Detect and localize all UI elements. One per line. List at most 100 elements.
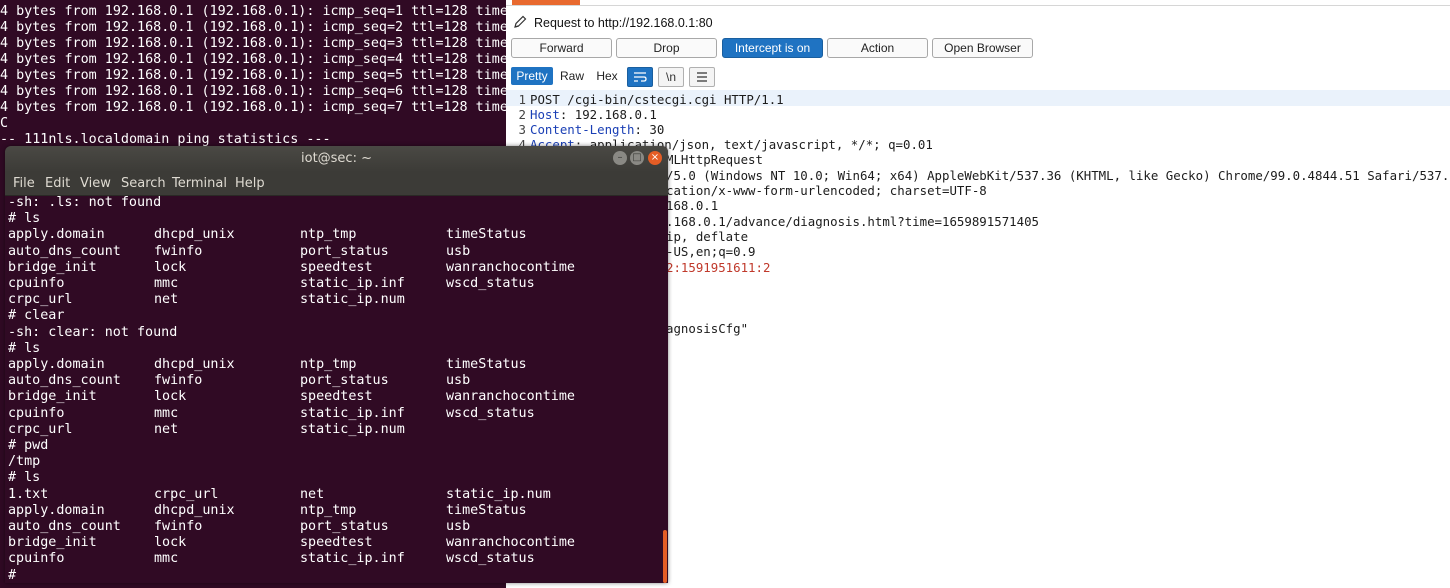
terminal-cell: fwinfo bbox=[154, 373, 203, 389]
terminal-cell: # bbox=[8, 567, 17, 583]
terminal-titlebar[interactable]: iot@sec: ~ – □ × bbox=[5, 146, 668, 172]
background-terminal-line: 4 bytes from 192.168.0.1 (192.168.0.1): … bbox=[0, 52, 506, 67]
open-browser-button[interactable]: Open Browser bbox=[932, 38, 1033, 58]
terminal-cell: bridge_init bbox=[8, 389, 97, 405]
tab-hex[interactable]: Hex bbox=[592, 67, 622, 85]
background-terminal-line: C bbox=[0, 116, 9, 131]
terminal-output[interactable]: -sh: .ls: not found # ls apply.domain dhcpd… bbox=[5, 195, 668, 583]
terminal-cell: lock bbox=[154, 535, 187, 551]
terminal-cell: usb bbox=[446, 519, 471, 534]
terminal-cell: dhcpd_unix bbox=[154, 227, 235, 243]
terminal-cell: timeStatus bbox=[446, 357, 527, 372]
terminal-cell: 1.txt bbox=[8, 486, 49, 502]
terminal-cell: timeStatus bbox=[446, 227, 527, 243]
terminal-cell: port_status bbox=[300, 373, 389, 389]
newline-toggle[interactable]: \n bbox=[658, 67, 684, 87]
header-origin-fragment: 168.0.1 bbox=[666, 198, 719, 213]
header-x-requested-with-fragment: MLHttpRequest bbox=[666, 152, 763, 167]
terminal-cell: # ls bbox=[8, 211, 41, 227]
terminal-cell: -sh: clear: not found bbox=[8, 324, 178, 340]
terminal-cell: crpc_url bbox=[8, 421, 73, 437]
header-cookie-fragment: 2:1591951611:2 bbox=[666, 260, 771, 275]
terminal-cell: apply.domain bbox=[8, 502, 105, 518]
terminal-cell: wanranchocontime bbox=[446, 259, 575, 275]
terminal-cell: # ls bbox=[8, 470, 41, 486]
terminal-cell: dhcpd_unix bbox=[154, 502, 235, 518]
forward-button[interactable]: Forward bbox=[511, 38, 612, 58]
terminal-cell: net bbox=[300, 486, 325, 502]
terminal-cell: static_ip.inf bbox=[300, 276, 405, 291]
terminal-cell: static_ip.num bbox=[300, 421, 405, 437]
header-content-type-fragment: cation/x-www-form-urlencoded; charset=UT… bbox=[666, 183, 987, 198]
wrap-lines-icon bbox=[634, 72, 647, 82]
terminal-cell: port_status bbox=[300, 519, 389, 534]
window-title: iot@sec: ~ bbox=[301, 151, 372, 166]
terminal-cell: static_ip.inf bbox=[300, 551, 405, 567]
terminal-cell: ntp_tmp bbox=[300, 227, 357, 243]
terminal-cell: fwinfo bbox=[154, 243, 203, 259]
terminal-cell: # ls bbox=[8, 340, 41, 356]
terminal-cell: lock bbox=[154, 259, 187, 275]
line-number: 1 bbox=[518, 92, 526, 107]
terminal-cell: static_ip.num bbox=[446, 486, 551, 502]
header-accept-encoding-fragment: ip, deflate bbox=[666, 229, 749, 244]
terminal-cell: speedtest bbox=[300, 259, 373, 275]
terminal-cell: /tmp bbox=[8, 454, 41, 470]
header-host: Host: 192.168.0.1 bbox=[530, 107, 657, 122]
terminal-cell: # clear bbox=[8, 308, 65, 324]
background-terminal-line: 4 bytes from 192.168.0.1 (192.168.0.1): … bbox=[0, 100, 506, 115]
terminal-cell: auto_dns_count bbox=[8, 243, 121, 259]
request-target-label: Request to http://192.168.0.1:80 bbox=[534, 16, 713, 30]
maximize-icon[interactable]: □ bbox=[630, 151, 644, 165]
terminal-cell: wanranchocontime bbox=[446, 535, 575, 551]
hamburger-icon bbox=[697, 72, 707, 82]
background-terminal-line: 4 bytes from 192.168.0.1 (192.168.0.1): … bbox=[0, 20, 506, 35]
terminal-cell: speedtest bbox=[300, 535, 373, 551]
terminal-scrollbar[interactable] bbox=[663, 530, 667, 583]
menu-edit[interactable]: Edit bbox=[45, 176, 70, 191]
terminal-cell: port_status bbox=[300, 243, 389, 259]
terminal-cell: ntp_tmp bbox=[300, 502, 357, 518]
terminal-cell: lock bbox=[154, 389, 187, 405]
terminal-cell: static_ip.inf bbox=[300, 405, 405, 421]
terminal-cell: crpc_url bbox=[154, 486, 219, 502]
menu-help[interactable]: Help bbox=[235, 176, 265, 191]
line-number: 2 bbox=[518, 107, 526, 122]
tab-raw[interactable]: Raw bbox=[556, 67, 588, 85]
terminal-cell: apply.domain bbox=[8, 227, 105, 243]
terminal-cell: auto_dns_count bbox=[8, 519, 121, 534]
request-body-fragment: agnosisCfg" bbox=[666, 321, 749, 336]
menu-search[interactable]: Search bbox=[121, 176, 166, 191]
minimize-icon[interactable]: – bbox=[613, 151, 627, 165]
terminal-cell: bridge_init bbox=[8, 259, 97, 275]
menu-view[interactable]: View bbox=[80, 176, 111, 191]
menu-options-button[interactable] bbox=[689, 67, 715, 87]
terminal-cell: cpuinfo bbox=[8, 276, 65, 291]
drop-button[interactable]: Drop bbox=[616, 38, 717, 58]
terminal-window[interactable]: iot@sec: ~ – □ × File Edit View Search T… bbox=[5, 146, 668, 583]
terminal-cell: bridge_init bbox=[8, 535, 97, 551]
intercept-toggle-button[interactable]: Intercept is on bbox=[722, 38, 823, 58]
terminal-cell: # pwd bbox=[8, 438, 49, 453]
terminal-cell: wscd_status bbox=[446, 276, 535, 291]
menu-file[interactable]: File bbox=[13, 176, 35, 191]
close-icon[interactable]: × bbox=[648, 151, 662, 165]
terminal-cell: usb bbox=[446, 243, 471, 259]
line-number: 3 bbox=[518, 122, 526, 137]
header-user-agent-fragment: /5.0 (Windows NT 10.0; Win64; x64) Apple… bbox=[666, 168, 1450, 183]
terminal-cell: cpuinfo bbox=[8, 551, 65, 567]
menu-terminal[interactable]: Terminal bbox=[172, 176, 227, 191]
header-content-length: Content-Length: 30 bbox=[530, 122, 664, 137]
background-terminal-line: 4 bytes from 192.168.0.1 (192.168.0.1): … bbox=[0, 4, 506, 19]
pretty-print-toggle[interactable] bbox=[627, 67, 653, 87]
terminal-cell: mmc bbox=[154, 405, 179, 421]
terminal-cell: crpc_url bbox=[8, 292, 73, 308]
terminal-cell: dhcpd_unix bbox=[154, 357, 235, 372]
background-terminal-line: 4 bytes from 192.168.0.1 (192.168.0.1): … bbox=[0, 84, 506, 99]
action-button[interactable]: Action bbox=[827, 38, 928, 58]
header-referer-fragment: .168.0.1/advance/diagnosis.html?time=165… bbox=[666, 214, 1039, 229]
terminal-cell: -sh: .ls: not found bbox=[8, 195, 162, 210]
terminal-cell: speedtest bbox=[300, 389, 373, 405]
tab-pretty[interactable]: Pretty bbox=[511, 67, 553, 85]
terminal-cell: wanranchocontime bbox=[446, 389, 575, 405]
